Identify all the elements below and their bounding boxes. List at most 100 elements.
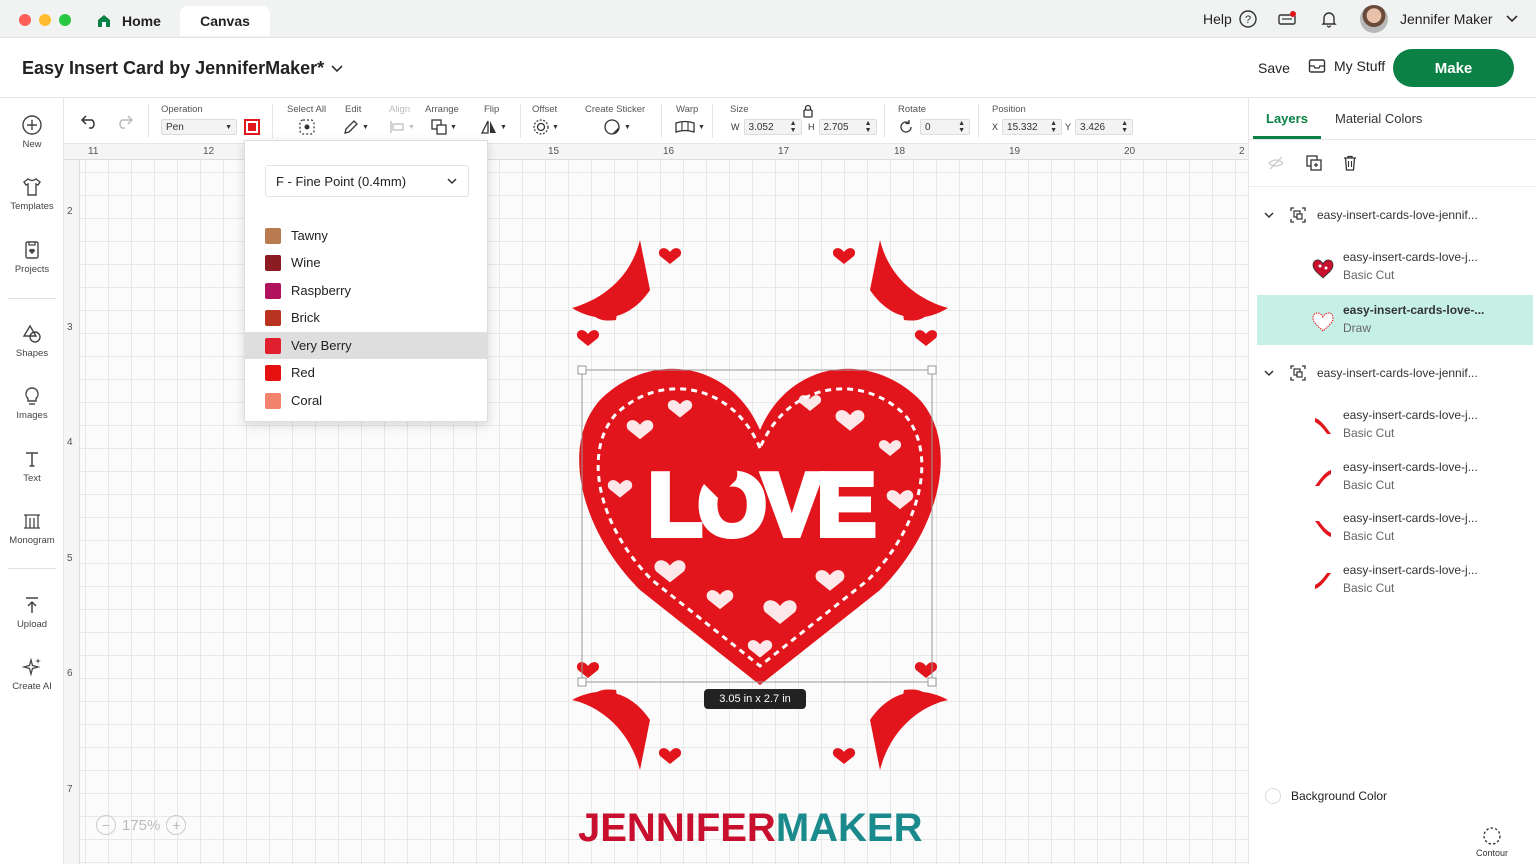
sidebar-item-images[interactable]: Images: [0, 385, 64, 439]
ruler-number: 16: [663, 146, 675, 157]
pen-color-option[interactable]: Brick: [245, 304, 487, 331]
undo-button[interactable]: [80, 112, 100, 130]
ruler-number: 17: [778, 146, 790, 157]
operation-select[interactable]: Pen ▼: [161, 118, 237, 136]
layer-item[interactable]: easy-insert-cards-love-j... Basic Cut: [1257, 400, 1533, 450]
redo-button[interactable]: [114, 112, 134, 130]
color-name: Tawny: [291, 228, 328, 243]
toolbar-divider: [661, 104, 662, 138]
warp-button[interactable]: ▼: [674, 118, 705, 136]
sidebar-item-upload[interactable]: Upload: [0, 594, 64, 648]
sidebar-item-new[interactable]: New: [0, 114, 64, 168]
sidebar-item-monogram[interactable]: Monogram: [0, 510, 64, 564]
sparkle-icon: [21, 657, 41, 677]
resize-handle[interactable]: [577, 365, 587, 375]
minimize-window-button[interactable]: [39, 14, 51, 26]
layers-panel: Layers Material Colors easy-insert-cards…: [1248, 98, 1536, 864]
chevron-down-icon: [1264, 370, 1274, 377]
create-sticker-button[interactable]: ▼: [602, 118, 631, 136]
sidebar-item-create-ai[interactable]: Create AI: [0, 656, 64, 710]
project-title-dropdown[interactable]: Easy Insert Card by JenniferMaker*: [22, 58, 344, 79]
align-label: Align: [389, 104, 411, 115]
resize-handle[interactable]: [577, 677, 587, 687]
rotate-input[interactable]: 0 ▲ ▼: [898, 118, 970, 136]
layer-thumbnail: [1315, 521, 1331, 537]
stepper-icon: ▲ ▼: [789, 120, 797, 134]
eye-slash-icon: [1268, 156, 1284, 170]
zoom-level: 175%: [122, 816, 161, 834]
edit-button[interactable]: ▼: [342, 118, 369, 136]
tab-layers[interactable]: Layers: [1266, 111, 1308, 126]
tab-home[interactable]: Home: [84, 6, 176, 36]
color-swatch: [265, 337, 281, 354]
sidebar-item-label: Create AI: [12, 681, 52, 692]
operation-label: Operation: [161, 104, 203, 115]
pen-color-option[interactable]: Wine: [245, 249, 487, 276]
height-input[interactable]: H 2.705 ▲ ▼: [808, 118, 877, 136]
zoom-out-button[interactable]: −: [96, 815, 116, 835]
pen-type-select[interactable]: F - Fine Point (0.4mm): [265, 165, 469, 197]
width-input[interactable]: W 3.052 ▲ ▼: [731, 118, 802, 136]
notifications-button[interactable]: [1320, 0, 1338, 38]
select-all-button[interactable]: [298, 118, 316, 136]
layer-type: Basic Cut: [1343, 478, 1395, 492]
layer-item[interactable]: easy-insert-cards-love-j... Basic Cut: [1257, 452, 1533, 502]
my-stuff-label: My Stuff: [1334, 58, 1386, 74]
user-menu[interactable]: Jennifer Maker: [1360, 0, 1519, 38]
layer-item[interactable]: easy-insert-cards-love-j... Basic Cut: [1257, 555, 1533, 605]
help-button[interactable]: Help ?: [1203, 0, 1257, 38]
edit-toolbar: Operation Pen ▼ Select All Edit ▼ Align …: [64, 98, 1248, 144]
delete-layer-button[interactable]: [1341, 154, 1359, 177]
sidebar-item-shapes[interactable]: Shapes: [0, 323, 64, 377]
pen-color-swatch[interactable]: [244, 118, 260, 136]
hide-layer-button[interactable]: [1267, 154, 1285, 177]
project-header: Easy Insert Card by JenniferMaker* Save …: [0, 38, 1536, 98]
resize-handle[interactable]: [927, 677, 937, 687]
y-position-input[interactable]: Y 3.426 ▲ ▼: [1065, 118, 1134, 136]
pen-color-option[interactable]: Raspberry: [245, 277, 487, 304]
layer-group-name: easy-insert-cards-love-jennif...: [1317, 366, 1478, 380]
toolbar-divider: [978, 104, 979, 138]
pen-color-option[interactable]: Red: [245, 359, 487, 386]
maximize-window-button[interactable]: [59, 14, 71, 26]
layer-group[interactable]: easy-insert-cards-love-jennif...: [1249, 358, 1536, 388]
x-position-input[interactable]: X 15.332 ▲ ▼: [992, 118, 1063, 136]
layer-thumbnail: [1315, 470, 1331, 486]
sidebar-item-text[interactable]: Text: [0, 448, 64, 502]
layer-item[interactable]: easy-insert-cards-love-j... Basic Cut: [1257, 503, 1533, 553]
warp-icon: [675, 120, 695, 133]
contour-label: Contour: [1475, 848, 1509, 858]
save-button[interactable]: Save: [1258, 60, 1290, 76]
align-button[interactable]: ▼: [388, 118, 415, 136]
background-color-row[interactable]: Background Color: [1265, 788, 1387, 804]
operation-value: Pen: [166, 121, 184, 133]
layer-item[interactable]: easy-insert-cards-love-j... Basic Cut: [1257, 242, 1533, 292]
duplicate-layer-button[interactable]: [1305, 154, 1323, 177]
close-window-button[interactable]: [19, 14, 31, 26]
sidebar-item-templates[interactable]: Templates: [0, 176, 64, 230]
my-stuff-button[interactable]: My Stuff: [1308, 58, 1385, 74]
layer-group[interactable]: easy-insert-cards-love-jennif...: [1249, 200, 1536, 230]
pen-color-option[interactable]: Tawny: [245, 222, 487, 249]
y-value: 3.426: [1080, 121, 1106, 133]
machine-button[interactable]: [1277, 0, 1297, 38]
flip-button[interactable]: ▼: [480, 118, 507, 136]
tab-canvas[interactable]: Canvas: [180, 6, 270, 36]
jennifermaker-watermark: JENNIFERMAKER: [578, 806, 922, 851]
flip-icon: [480, 120, 496, 134]
pen-color-option[interactable]: Coral: [245, 387, 487, 414]
tab-material-colors[interactable]: Material Colors: [1335, 111, 1422, 126]
contour-button[interactable]: Contour: [1447, 826, 1536, 858]
color-swatch: [265, 282, 281, 299]
pen-color-option-selected[interactable]: Very Berry: [245, 332, 487, 359]
zoom-in-button[interactable]: +: [166, 815, 187, 835]
make-button[interactable]: Make: [1393, 49, 1514, 87]
arrange-button[interactable]: ▼: [430, 118, 457, 136]
sidebar-item-projects[interactable]: Projects: [0, 239, 64, 293]
sidebar-item-label: Images: [16, 410, 48, 421]
offset-button[interactable]: ▼: [532, 118, 559, 136]
layer-item-selected[interactable]: easy-insert-cards-love-... Draw: [1257, 295, 1533, 345]
sidebar-item-label: Monogram: [9, 535, 55, 546]
layer-name: easy-insert-cards-love-j...: [1343, 460, 1478, 474]
resize-handle[interactable]: [927, 365, 937, 375]
